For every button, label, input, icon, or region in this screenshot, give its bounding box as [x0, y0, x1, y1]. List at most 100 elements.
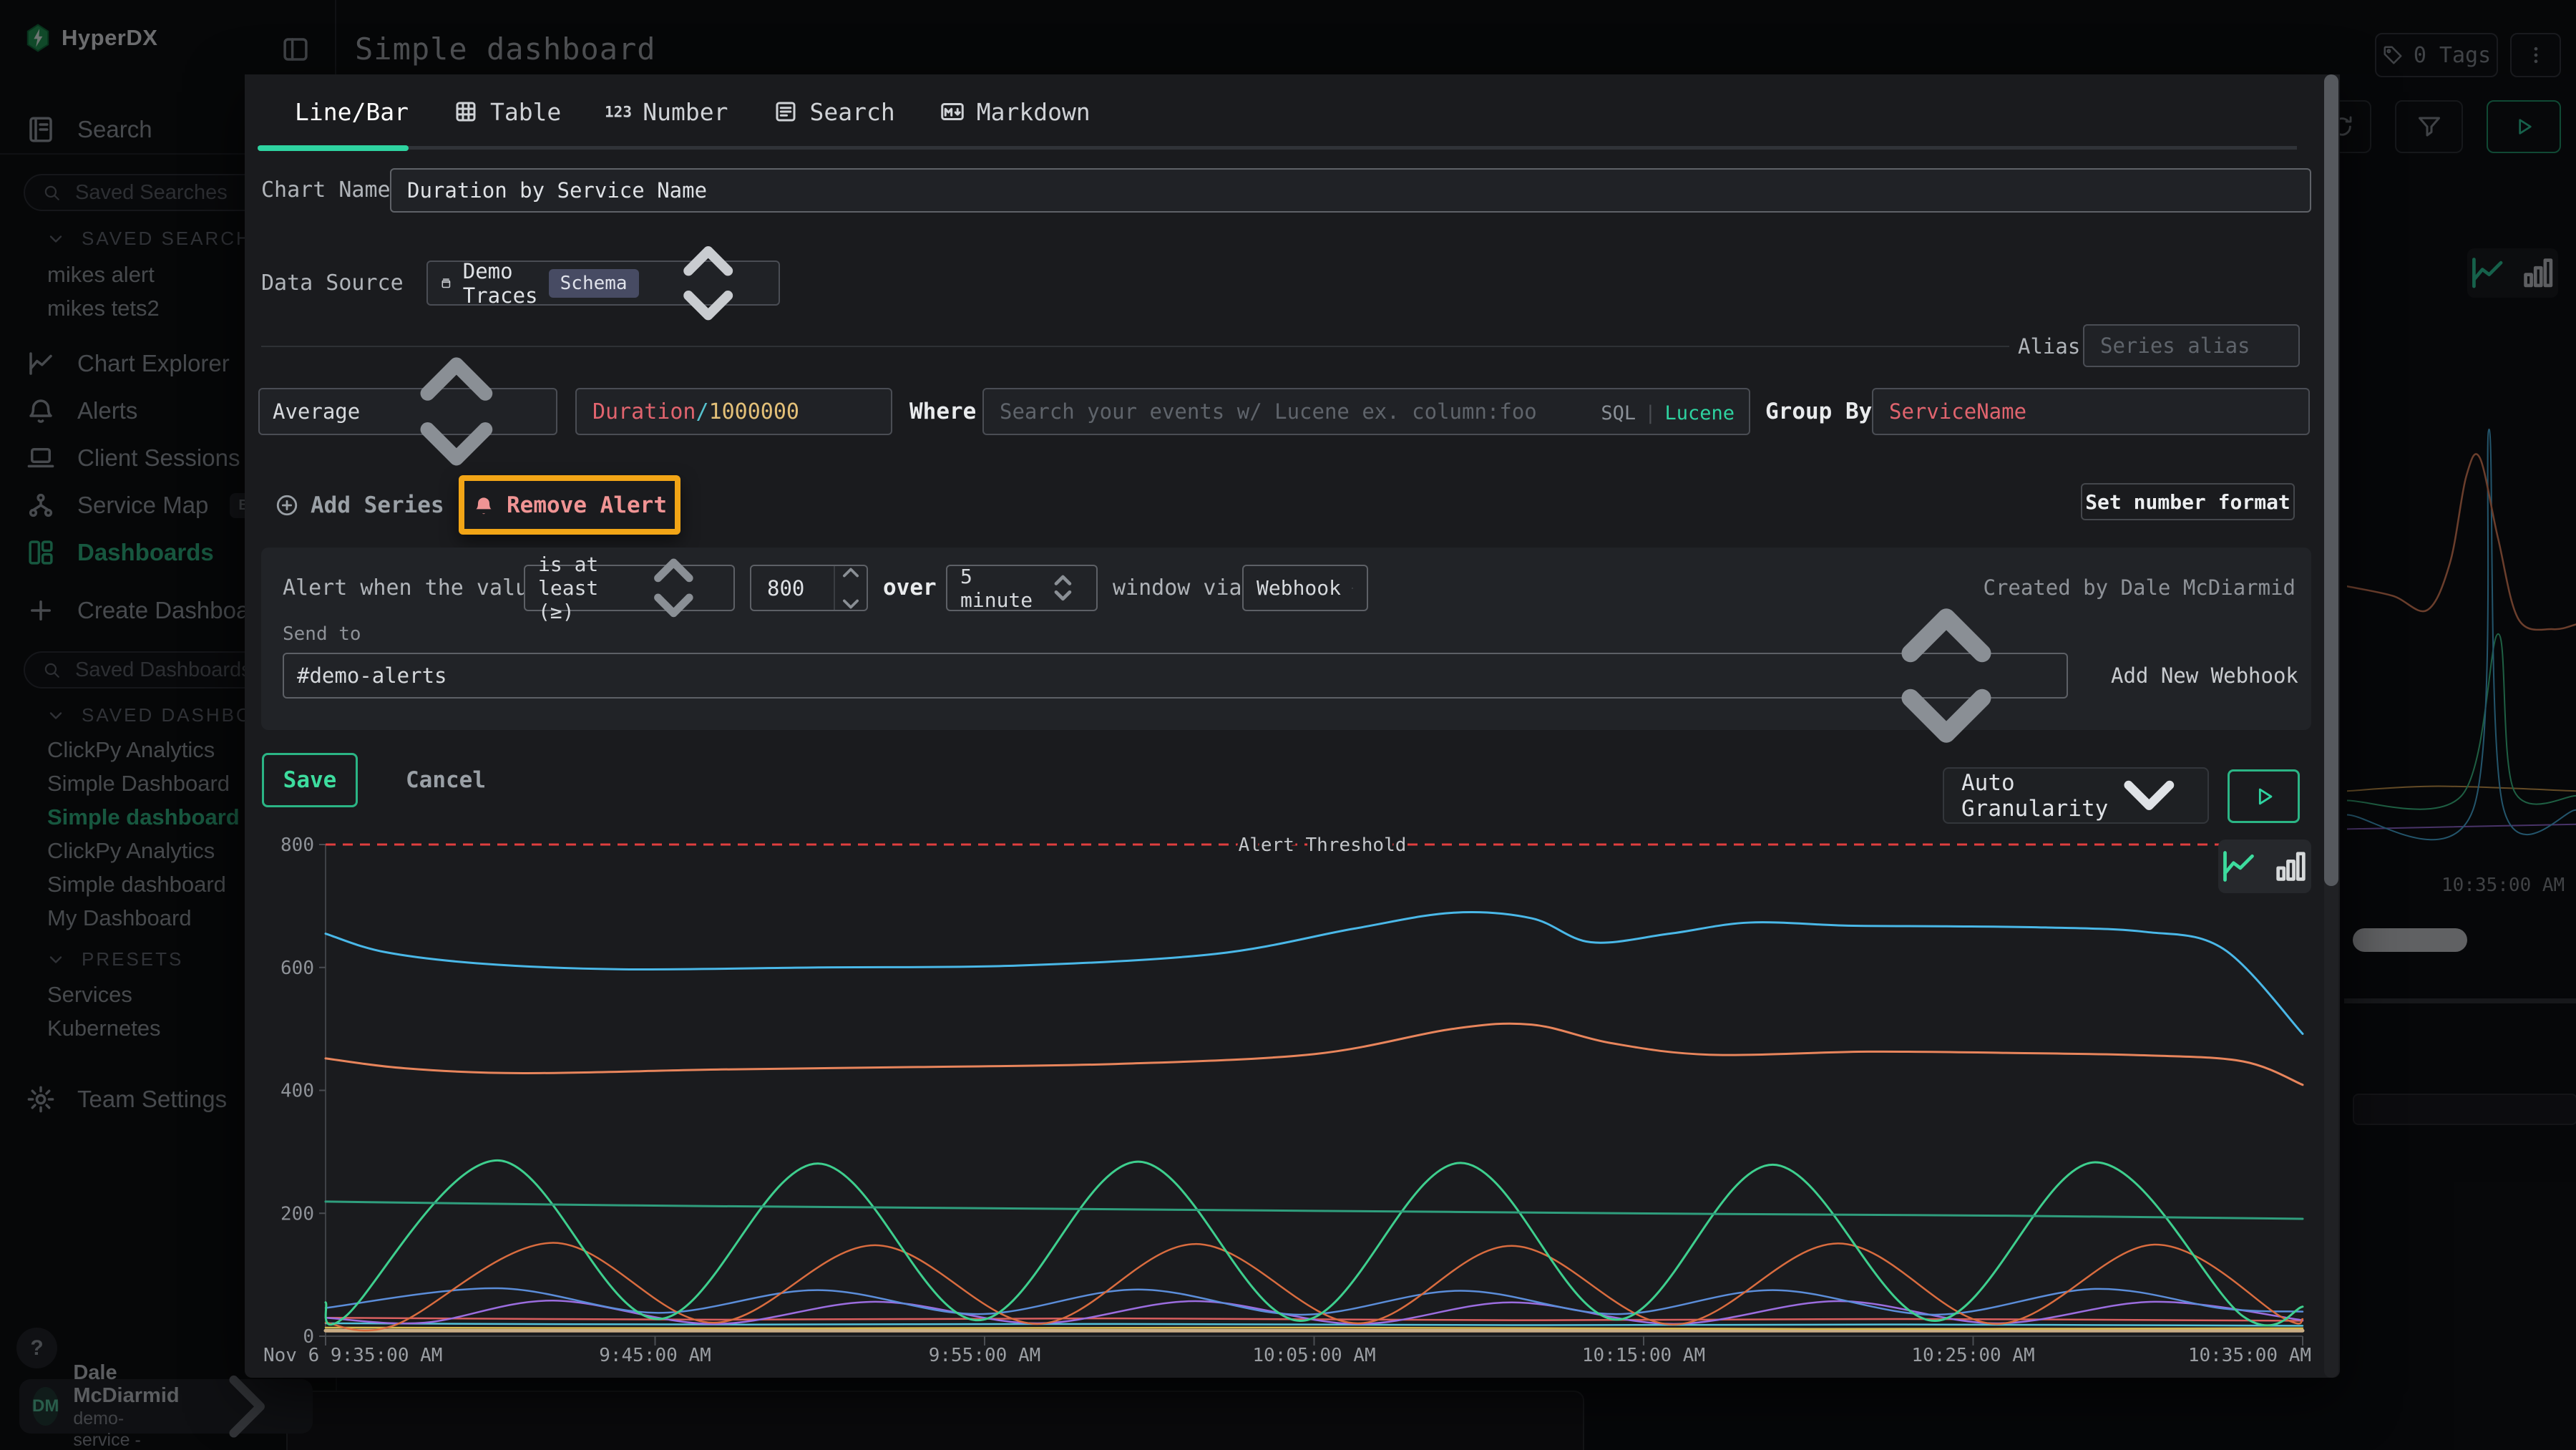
- data-source-select[interactable]: Demo Traces Schema: [426, 261, 780, 306]
- send-to-label: Send to: [283, 623, 361, 645]
- stepper-down-icon[interactable]: [835, 588, 867, 620]
- chart-name-label: Chart Name: [261, 168, 391, 213]
- save-button[interactable]: Save: [262, 753, 358, 807]
- threshold-field[interactable]: [751, 566, 833, 610]
- webhook-value: #demo-alerts: [297, 663, 447, 688]
- tab-markdown[interactable]: Markdown: [940, 74, 1091, 149]
- data-source-value: Demo Traces: [463, 259, 539, 308]
- svg-text:123: 123: [605, 104, 631, 121]
- alias-field[interactable]: [2084, 334, 2298, 358]
- bell-icon: [472, 494, 495, 517]
- group-by-label: Group By: [1765, 388, 1872, 435]
- threshold-stepper[interactable]: [834, 566, 867, 610]
- alert-channel-select[interactable]: Webhook: [1242, 565, 1368, 611]
- chart-type-toggle[interactable]: [2218, 840, 2311, 893]
- chevron-updown-icon: [370, 325, 543, 498]
- add-series-button[interactable]: Add Series: [275, 480, 444, 531]
- svg-text:400: 400: [280, 1081, 314, 1102]
- query-language-toggle: SQL | Lucene: [1601, 389, 1735, 437]
- tab-label: Line/Bar: [295, 98, 409, 126]
- app: HyperDX Simple dashboard 0 Tags Search S…: [0, 0, 2576, 1450]
- chevron-updown-icon: [1839, 568, 2054, 783]
- svg-text:9:45:00 AM: 9:45:00 AM: [599, 1345, 711, 1366]
- tab-line-bar[interactable]: undefined Line/Bar: [258, 74, 409, 149]
- svg-text:10:25:00 AM: 10:25:00 AM: [1911, 1345, 2034, 1366]
- save-label: Save: [283, 767, 337, 793]
- run-chart-button[interactable]: [2228, 769, 2300, 823]
- cancel-label: Cancel: [406, 767, 486, 793]
- line-chart-icon: undefined: [258, 99, 283, 125]
- group-by-input[interactable]: [1872, 388, 2310, 435]
- play-icon: [2252, 784, 2276, 809]
- chevron-updown-icon: [1043, 568, 1083, 608]
- svg-text:Alert Threshold: Alert Threshold: [1239, 835, 1407, 856]
- alias-label: Alias: [2018, 324, 2080, 369]
- where-label: Where: [909, 388, 976, 435]
- plus-circle-icon: [275, 493, 299, 517]
- bar-chart-icon[interactable]: [2270, 846, 2311, 887]
- add-new-webhook-link[interactable]: Add New Webhook: [2111, 653, 2298, 699]
- doc-list-icon: [773, 99, 799, 125]
- where-search-input[interactable]: SQL | Lucene: [982, 388, 1750, 435]
- granularity-value: Auto Granularity: [1961, 770, 2108, 822]
- svg-text:Nov 6 9:35:00 AM: Nov 6 9:35:00 AM: [263, 1345, 442, 1366]
- alert-threshold-input[interactable]: [750, 565, 868, 611]
- granularity-select[interactable]: Auto Granularity: [1943, 767, 2209, 824]
- condition-value: is at least (≥): [538, 553, 617, 623]
- field-expression-input[interactable]: Duration/1000000: [575, 388, 892, 435]
- set-number-format-button[interactable]: Set number format: [2081, 483, 2295, 520]
- remove-alert-button[interactable]: Remove Alert: [472, 492, 667, 518]
- sql-toggle[interactable]: SQL: [1601, 402, 1636, 424]
- window-value: 5 minute: [960, 565, 1033, 612]
- markdown-icon: [940, 99, 965, 125]
- alert-condition-select[interactable]: is at least (≥): [524, 565, 735, 611]
- tab-label: Number: [643, 98, 728, 126]
- svg-text:200: 200: [280, 1203, 314, 1225]
- edit-chart-modal: undefined Line/Bar Table 123 Number Search Mar…: [245, 74, 2340, 1378]
- alert-config-panel: Alert when the value is at least (≥) ove…: [261, 548, 2311, 730]
- tabs: undefined Line/Bar Table 123 Number Search Mar…: [258, 74, 1091, 149]
- svg-text:10:15:00 AM: 10:15:00 AM: [1582, 1345, 1705, 1366]
- tab-label: Markdown: [977, 98, 1091, 126]
- over-label: over: [883, 565, 937, 611]
- annotation-highlight: Remove Alert: [459, 475, 680, 535]
- lucene-toggle[interactable]: Lucene: [1664, 402, 1735, 424]
- chevron-updown-icon: [1351, 587, 1354, 590]
- tab-number[interactable]: 123 Number: [605, 74, 728, 149]
- field-operator: /: [696, 399, 709, 424]
- chart-area: 0200400600800Nov 6 9:35:00 AM9:45:00 AM9…: [261, 823, 2311, 1378]
- aggregation-select[interactable]: Average: [258, 388, 557, 435]
- divider: |: [1644, 402, 1656, 424]
- field-denominator: 1000000: [709, 399, 799, 424]
- number-icon: 123: [605, 99, 631, 125]
- group-by-field[interactable]: [1873, 399, 2308, 424]
- svg-text:9:55:00 AM: 9:55:00 AM: [929, 1345, 1041, 1366]
- chart-name-field[interactable]: [391, 178, 2310, 203]
- field-name: Duration: [592, 399, 696, 424]
- svg-text:800: 800: [280, 835, 314, 856]
- active-tab-indicator: [258, 145, 409, 151]
- svg-text:600: 600: [280, 958, 314, 979]
- set-number-format-label: Set number format: [2085, 490, 2290, 514]
- chart-name-input[interactable]: [390, 168, 2311, 213]
- webhook-select[interactable]: #demo-alerts: [283, 653, 2068, 699]
- schema-badge: Schema: [549, 269, 639, 298]
- alias-input[interactable]: [2083, 324, 2300, 367]
- cancel-button[interactable]: Cancel: [406, 753, 486, 807]
- window-via-label: window via: [1113, 565, 1242, 611]
- tab-label: Search: [810, 98, 895, 126]
- tab-label: Table: [490, 98, 561, 126]
- svg-text:10:05:00 AM: 10:05:00 AM: [1252, 1345, 1375, 1366]
- remove-alert-label: Remove Alert: [507, 492, 667, 518]
- database-icon: [439, 271, 453, 296]
- modal-scrollbar-thumb[interactable]: [2324, 74, 2338, 886]
- add-series-label: Add Series: [311, 492, 444, 518]
- stepper-up-icon[interactable]: [835, 557, 867, 588]
- tab-search[interactable]: Search: [773, 74, 895, 149]
- svg-text:10:35:00 AM: 10:35:00 AM: [2188, 1345, 2311, 1366]
- line-chart-icon[interactable]: [2218, 846, 2259, 887]
- table-icon: [453, 99, 479, 125]
- tab-table[interactable]: Table: [453, 74, 561, 149]
- aggregation-value: Average: [273, 399, 360, 424]
- alert-window-select[interactable]: 5 minute: [946, 565, 1098, 611]
